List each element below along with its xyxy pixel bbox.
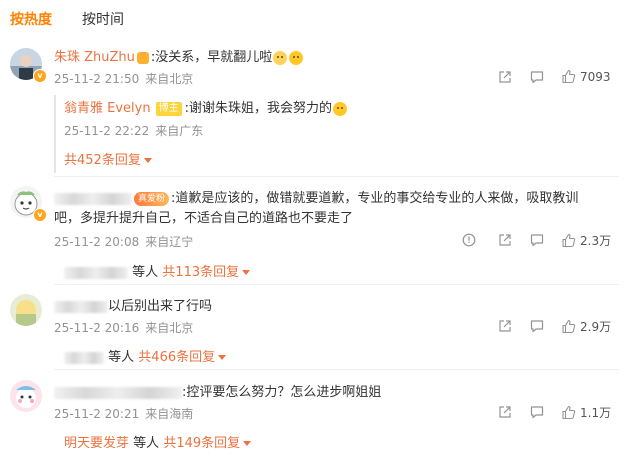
reply-date: 25-11-2 22:22	[64, 124, 150, 138]
comment-date: 25-11-2 20:21	[54, 407, 140, 421]
share-icon	[499, 71, 511, 83]
verified-badge-icon: v	[33, 69, 47, 83]
comment-meta: 25-11-2 20:08 来自辽宁	[54, 233, 199, 250]
comment-text: :没关系，早就翻儿啦	[150, 50, 273, 65]
view-replies-button[interactable]: 明天要发芽 等人 共149条回复	[64, 432, 252, 451]
comment-date: 25-11-2 20:16	[54, 321, 140, 335]
like-icon	[562, 405, 576, 420]
view-replies-button[interactable]: 等人 共113条回复	[64, 261, 251, 280]
divider	[54, 369, 619, 370]
laugh-cry-emoji-icon	[273, 50, 288, 65]
share-icon	[499, 320, 511, 332]
reply-preview-user[interactable]: 明天要发芽	[64, 436, 129, 451]
comment-line: 真爱粉:道歉是应该的，做错就要道歉，专业的事交给专业的人来做，吸取教训	[54, 187, 578, 206]
comment-button[interactable]	[530, 319, 544, 333]
caret-down-icon	[242, 270, 251, 275]
like-icon	[562, 233, 576, 248]
like-icon	[562, 69, 576, 84]
hug-emoji-icon	[289, 50, 304, 65]
like-button[interactable]: 7093	[561, 69, 611, 84]
avatar[interactable]	[10, 294, 42, 326]
hug-emoji-icon	[332, 101, 347, 116]
tab-by-hot[interactable]: 按热度	[10, 9, 52, 29]
comment-meta: 25-11-2 20:21 来自海南	[54, 405, 199, 422]
view-replies-button[interactable]: 等人 共466条回复	[64, 346, 227, 365]
share-button[interactable]	[498, 405, 512, 419]
comment-icon	[530, 71, 544, 84]
verified-badge-icon: v	[33, 208, 47, 222]
comment-location: 来自辽宁	[145, 235, 194, 249]
sort-tabs: 按热度 按时间	[0, 0, 627, 34]
blurred-username	[54, 192, 132, 205]
avatar[interactable]	[10, 380, 42, 412]
report-icon	[462, 233, 476, 247]
comment-text-line2: 吧，多提升提升自己，不适合自己的道路也不要走了	[54, 211, 354, 226]
comment-location: 来自北京	[145, 321, 194, 335]
reply-username[interactable]: 翁青雅 Evelyn	[64, 101, 151, 116]
view-replies-button[interactable]: 共452条回复	[64, 149, 152, 168]
like-count: 2.3万	[580, 234, 612, 248]
comment-location: 来自北京	[145, 72, 194, 86]
fan-badge: 真爱粉	[134, 191, 170, 206]
comment-location: 来自海南	[145, 407, 194, 421]
comment-icon	[530, 320, 544, 333]
username[interactable]: 朱珠 ZhuZhu	[54, 50, 135, 65]
comment-icon	[530, 406, 544, 419]
like-count: 2.9万	[580, 320, 612, 334]
comment-text: 以后别出来了行吗	[108, 299, 213, 314]
blogger-badge: 博主	[155, 101, 182, 116]
reply-text: :谢谢朱珠姐，我会努力的	[184, 101, 332, 116]
tab-by-time[interactable]: 按时间	[82, 9, 124, 29]
share-icon	[499, 406, 511, 418]
report-button[interactable]	[462, 233, 476, 247]
like-icon	[562, 319, 576, 334]
caret-down-icon	[143, 158, 152, 163]
crown-icon	[136, 51, 149, 64]
share-button[interactable]	[498, 70, 512, 84]
divider	[54, 284, 619, 285]
share-icon	[499, 234, 511, 246]
share-button[interactable]	[498, 233, 512, 247]
caret-down-icon	[243, 441, 252, 446]
reply-line: 翁青雅 Evelyn 博主:谢谢朱珠姐，我会努力的	[64, 97, 348, 116]
comment-line: :控评要怎么努力？怎么进步啊姐姐	[54, 381, 381, 400]
comment-meta: 25-11-2 20:16 来自北京	[54, 319, 199, 336]
blurred-username	[64, 266, 128, 279]
like-button[interactable]: 2.9万	[561, 318, 611, 335]
blurred-username	[54, 386, 182, 399]
comment-line: 朱珠 ZhuZhu :没关系，早就翻儿啦	[54, 46, 304, 65]
comment-text: :控评要怎么努力？怎么进步啊姐姐	[182, 385, 382, 400]
comment-icon	[530, 234, 544, 247]
comment-line: 以后别出来了行吗	[54, 295, 212, 314]
nested-reply: 翁青雅 Evelyn 博主:谢谢朱珠姐，我会努力的 25-11-2 22:22 来自…	[54, 95, 622, 173]
like-count: 1.1万	[580, 406, 612, 420]
comment-date: 25-11-2 20:08	[54, 235, 140, 249]
like-count: 7093	[580, 69, 611, 84]
like-button[interactable]: 1.1万	[561, 404, 611, 421]
like-button[interactable]: 2.3万	[561, 232, 611, 249]
comment-text: :道歉是应该的，做错就要道歉，专业的事交给专业的人来做，吸取教训	[171, 191, 579, 206]
comment-button[interactable]	[530, 70, 544, 84]
blurred-username	[54, 300, 108, 313]
comment-meta: 25-11-2 21:50 来自北京	[54, 70, 199, 87]
share-button[interactable]	[498, 319, 512, 333]
comment-date: 25-11-2 21:50	[54, 72, 140, 86]
comment-button[interactable]	[530, 233, 544, 247]
blurred-username	[64, 351, 104, 364]
divider	[54, 176, 619, 177]
reply-meta: 25-11-2 22:22 来自广东	[64, 122, 209, 139]
comment-button[interactable]	[530, 405, 544, 419]
reply-location: 来自广东	[155, 124, 204, 138]
caret-down-icon	[218, 355, 227, 360]
